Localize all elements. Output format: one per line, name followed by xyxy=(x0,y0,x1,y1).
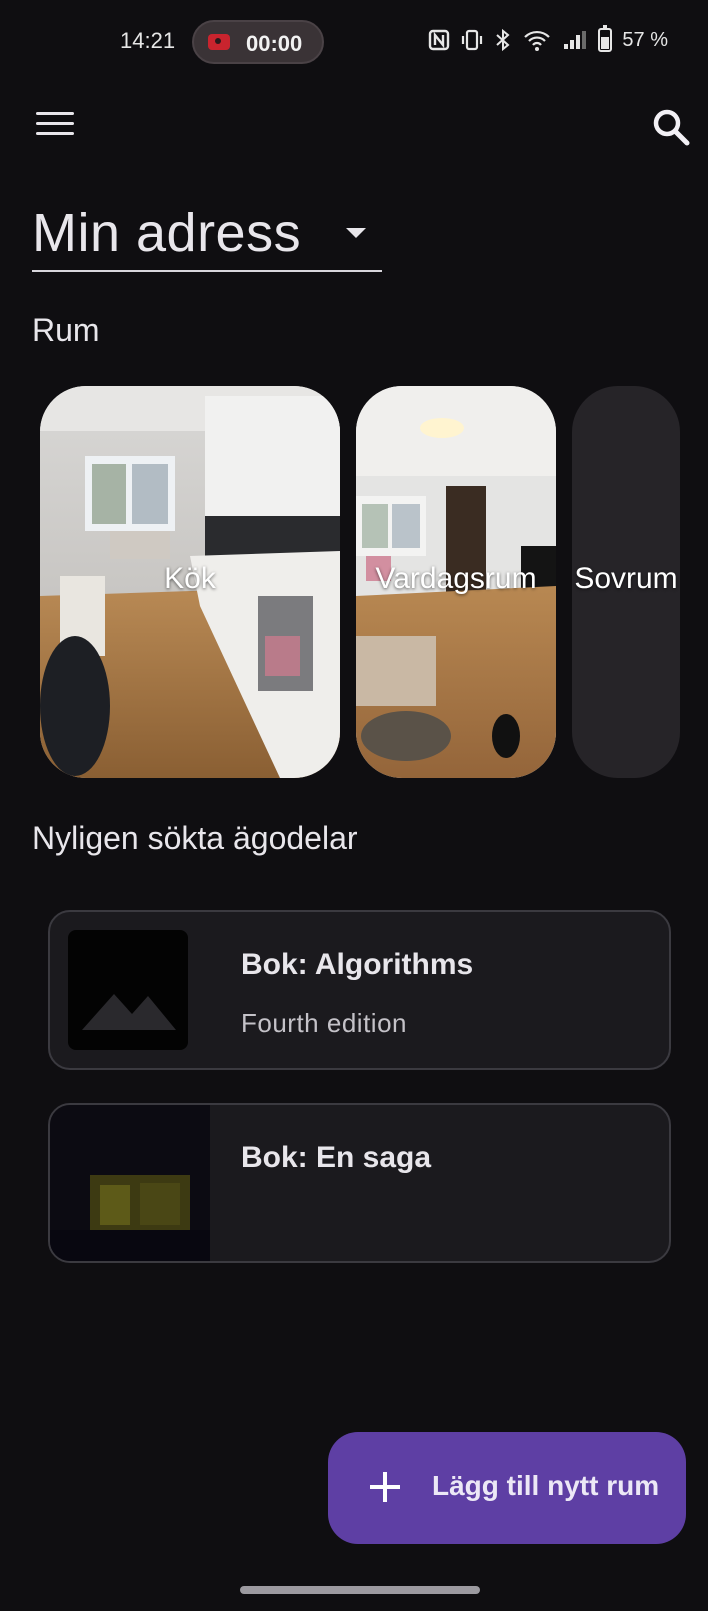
add-room-button[interactable]: Lägg till nytt rum xyxy=(328,1432,686,1544)
battery-icon xyxy=(598,25,613,52)
screen-recording-chip[interactable]: 00:00 xyxy=(192,20,324,64)
battery-percent: 57 % xyxy=(622,28,668,51)
room-label: Vardagsrum xyxy=(375,562,537,595)
item-subtitle: Fourth edition xyxy=(241,1008,407,1038)
status-time: 14:21 xyxy=(120,28,176,53)
menu-button[interactable] xyxy=(34,108,78,148)
wifi-icon xyxy=(522,28,552,52)
nfc-icon xyxy=(428,29,450,51)
plus-icon xyxy=(370,1472,400,1502)
recent-heading: Nyligen sökta ägodelar xyxy=(32,820,358,856)
image-placeholder-icon xyxy=(68,930,188,1050)
menu-icon-bar xyxy=(36,122,74,125)
address-dropdown[interactable]: Min adress xyxy=(32,202,382,272)
recording-time: 00:00 xyxy=(246,31,303,56)
item-title: Bok: Algorithms xyxy=(241,948,474,981)
room-label: Sovrum xyxy=(574,562,678,595)
bluetooth-icon xyxy=(494,28,512,52)
signal-icon xyxy=(562,29,588,51)
add-room-label: Lägg till nytt rum xyxy=(432,1470,660,1501)
item-title: Bok: En saga xyxy=(241,1141,432,1174)
dropdown-arrow-icon xyxy=(346,228,366,238)
address-value: Min adress xyxy=(32,203,302,263)
vibrate-icon xyxy=(460,28,484,52)
room-card-kok[interactable]: Kök xyxy=(40,386,340,778)
menu-icon xyxy=(36,112,74,115)
home-indicator[interactable] xyxy=(240,1586,480,1594)
room-label: Kök xyxy=(164,562,216,595)
rooms-heading: Rum xyxy=(32,312,100,348)
recent-item[interactable]: Bok: Algorithms Fourth edition xyxy=(48,910,671,1070)
item-photo xyxy=(50,1105,210,1261)
room-card-sovrum[interactable]: Sovrum xyxy=(572,386,680,778)
search-icon xyxy=(653,109,690,146)
menu-icon-bar xyxy=(36,132,74,135)
search-button[interactable] xyxy=(648,104,696,152)
record-icon xyxy=(208,34,230,50)
status-icons: 57 % xyxy=(428,25,668,52)
room-card-vardagsrum[interactable]: Vardagsrum xyxy=(356,386,556,778)
status-bar: 14:21 00:00 57 % xyxy=(0,0,708,84)
recent-item[interactable]: Bok: En saga xyxy=(48,1103,671,1263)
